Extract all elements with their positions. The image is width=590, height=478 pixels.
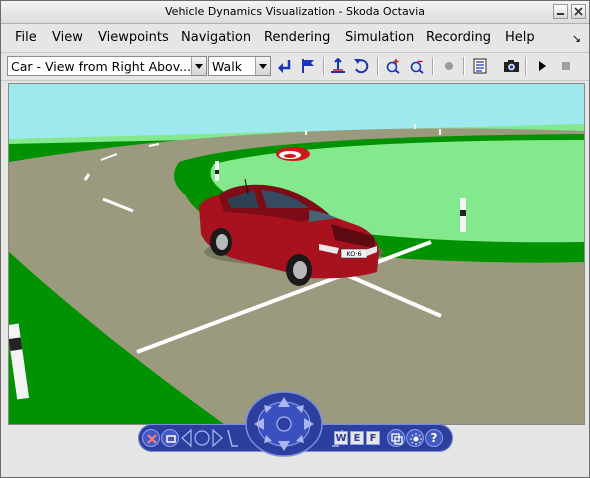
- list-icon: [473, 58, 487, 74]
- toolbar-separator: [323, 57, 325, 75]
- align-viewpoint-button[interactable]: [327, 56, 349, 76]
- minimize-icon: [557, 13, 564, 15]
- help-icon: ?: [430, 431, 438, 445]
- menu-viewpoints[interactable]: Viewpoints: [98, 30, 169, 45]
- stop-button[interactable]: [555, 56, 577, 76]
- zoom-out-icon: [410, 60, 424, 74]
- navigation-mode-select[interactable]: Walk: [208, 56, 271, 76]
- toolbar-separator: [463, 57, 465, 75]
- application-window: Vehicle Dynamics Visualization - Skoda O…: [0, 0, 590, 478]
- properties-button[interactable]: [469, 56, 491, 76]
- headlight-toggle-button[interactable]: [406, 429, 424, 447]
- menu-view[interactable]: View: [52, 30, 83, 45]
- walk-mode-button[interactable]: W: [334, 431, 348, 445]
- undo-icon: [354, 59, 369, 74]
- fly-mode-button[interactable]: F: [366, 431, 380, 445]
- toolbar-separator: [377, 57, 379, 75]
- 3d-viewport[interactable]: KO·6: [8, 83, 585, 425]
- license-plate: KO·6: [346, 250, 361, 258]
- sun-icon: [410, 433, 422, 445]
- undo-view-button[interactable]: [350, 56, 372, 76]
- menu-rendering[interactable]: Rendering: [264, 30, 330, 45]
- title-bar: Vehicle Dynamics Visualization - Skoda O…: [1, 1, 589, 24]
- arrows-left-icon[interactable]: [180, 428, 242, 448]
- navigation-mode-value: Walk: [212, 59, 242, 74]
- menu-bar: File View Viewpoints Navigation Renderin…: [1, 24, 589, 51]
- align-icon: [331, 58, 345, 73]
- help-button[interactable]: ?: [425, 429, 443, 447]
- return-to-viewpoint-button[interactable]: [274, 56, 296, 76]
- menu-navigation[interactable]: Navigation: [181, 30, 251, 45]
- menu-simulation[interactable]: Simulation: [345, 30, 414, 45]
- 3d-scene: KO·6: [9, 84, 584, 424]
- menu-recording[interactable]: Recording: [426, 30, 491, 45]
- flag-icon: [302, 59, 314, 73]
- viewpoint-select[interactable]: Car - View from Right Abov...: [7, 56, 207, 76]
- close-icon: [147, 434, 157, 444]
- menu-file[interactable]: File: [15, 30, 37, 45]
- chevron-down-icon: [255, 57, 270, 75]
- zoom-in-button[interactable]: [382, 56, 404, 76]
- return-arrow-icon: [278, 60, 291, 73]
- camera-icon: [504, 60, 519, 72]
- close-button[interactable]: [571, 4, 586, 19]
- flag-viewpoint-button[interactable]: [297, 56, 319, 76]
- zoom-in-icon: [386, 59, 400, 74]
- chevron-down-icon: [191, 57, 206, 75]
- headlight-button[interactable]: [438, 56, 460, 76]
- snapshot-button[interactable]: [500, 56, 522, 76]
- zoom-out-button[interactable]: [406, 56, 428, 76]
- fit-icon: [391, 433, 403, 445]
- minimize-button[interactable]: [553, 4, 568, 19]
- window-title: Vehicle Dynamics Visualization - Skoda O…: [165, 5, 425, 18]
- toolbar: Car - View from Right Abov... Walk: [1, 52, 589, 81]
- minimize-panel-button[interactable]: [161, 429, 179, 447]
- close-panel-button[interactable]: [142, 429, 160, 447]
- menu-help[interactable]: Help: [505, 30, 535, 45]
- toolbar-separator: [525, 57, 527, 75]
- whats-this-icon[interactable]: ↘: [572, 32, 581, 45]
- fit-view-button[interactable]: [387, 429, 405, 447]
- examine-mode-button[interactable]: E: [350, 431, 364, 445]
- marker-disc: [276, 147, 310, 161]
- viewpoint-select-value: Car - View from Right Abov...: [11, 59, 192, 74]
- toolbar-separator: [432, 57, 434, 75]
- navigation-dial[interactable]: [244, 391, 324, 457]
- play-icon: [539, 61, 546, 71]
- close-icon: [574, 7, 583, 16]
- play-button[interactable]: [531, 56, 553, 76]
- minimize-icon: [166, 435, 176, 443]
- stop-icon: [562, 62, 570, 70]
- dot-icon: [445, 62, 453, 70]
